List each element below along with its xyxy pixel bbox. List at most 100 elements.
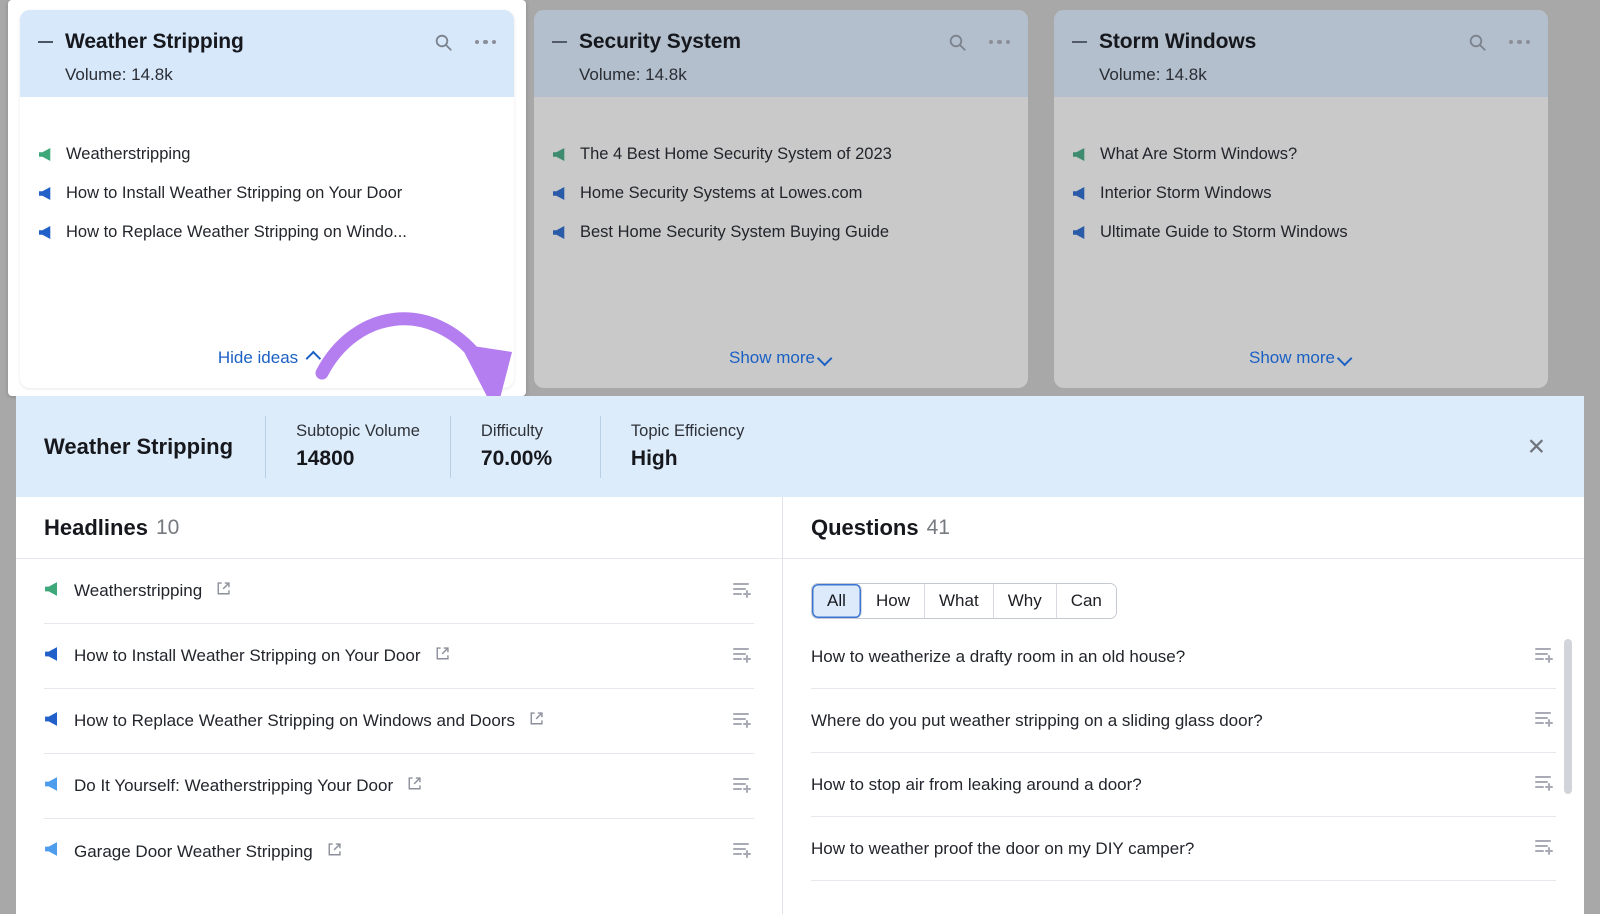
- show-more-button[interactable]: Show more: [534, 348, 1028, 368]
- questions-scrollbar[interactable]: [1564, 639, 1572, 794]
- idea-item[interactable]: Best Home Security System Buying Guide: [552, 223, 1010, 245]
- add-to-list-icon[interactable]: [1534, 837, 1556, 860]
- headlines-panel: Headlines 10 Weatherstripping How to Ins…: [16, 497, 783, 914]
- card-header: Storm Windows Volume: 14.8k: [1054, 10, 1548, 97]
- add-to-list-icon[interactable]: [732, 645, 754, 668]
- add-to-list-icon[interactable]: [1534, 773, 1556, 796]
- questions-count: 41: [926, 515, 950, 539]
- external-link-icon[interactable]: [407, 776, 422, 796]
- megaphone-icon: [552, 225, 569, 245]
- add-to-list-icon[interactable]: [732, 840, 754, 863]
- question-text: How to weather proof the door on my DIY …: [811, 838, 1195, 858]
- megaphone-icon: [1072, 147, 1089, 167]
- megaphone-icon: [44, 711, 62, 732]
- idea-item[interactable]: Interior Storm Windows: [1072, 184, 1530, 206]
- more-options-icon[interactable]: [1508, 39, 1530, 45]
- external-link-icon[interactable]: [327, 842, 342, 862]
- add-to-list-icon[interactable]: [1534, 645, 1556, 668]
- filter-can[interactable]: Can: [1056, 584, 1116, 618]
- topic-card-weather-stripping[interactable]: Weather Stripping Volume: 14.8k Weathers…: [20, 10, 514, 388]
- collapse-minus-icon[interactable]: [1072, 41, 1087, 43]
- filter-what[interactable]: What: [925, 584, 994, 618]
- metric-difficulty: Difficulty 70.00%: [449, 415, 600, 478]
- question-row[interactable]: How to weather proof the door on my DIY …: [811, 817, 1556, 881]
- questions-list: How to weatherize a drafty room in an ol…: [783, 625, 1584, 881]
- topic-cards-strip: Weather Stripping Volume: 14.8k Weathers…: [0, 0, 1600, 396]
- idea-text: Weatherstripping: [66, 145, 191, 163]
- topic-card-security-system[interactable]: Security System Volume: 14.8k The 4 Best…: [534, 10, 1028, 388]
- questions-panel: Questions 41 All How What Why Can How to…: [783, 497, 1584, 914]
- hide-ideas-label: Hide ideas: [217, 348, 299, 367]
- idea-item[interactable]: How to Replace Weather Stripping on Wind…: [38, 223, 496, 245]
- collapse-minus-icon[interactable]: [38, 41, 53, 43]
- chevron-up-icon: [305, 350, 322, 366]
- idea-text: What Are Storm Windows?: [1100, 145, 1298, 163]
- topic-card-storm-windows[interactable]: Storm Windows Volume: 14.8k What Are Sto…: [1054, 10, 1548, 388]
- headline-row[interactable]: Garage Door Weather Stripping: [44, 819, 754, 884]
- external-link-icon[interactable]: [435, 646, 450, 666]
- headline-row[interactable]: Weatherstripping: [44, 559, 754, 624]
- megaphone-icon: [552, 186, 569, 206]
- card-header: Security System Volume: 14.8k: [534, 10, 1028, 97]
- card-title: Storm Windows: [1099, 30, 1257, 53]
- idea-text: Ultimate Guide to Storm Windows: [1100, 223, 1348, 241]
- headline-text: How to Replace Weather Stripping on Wind…: [74, 711, 515, 730]
- more-options-icon[interactable]: [988, 39, 1010, 45]
- megaphone-icon: [44, 581, 62, 602]
- add-to-list-icon[interactable]: [732, 710, 754, 733]
- idea-item[interactable]: How to Install Weather Stripping on Your…: [38, 184, 496, 206]
- metric-label: Subtopic Volume: [296, 422, 420, 440]
- search-icon[interactable]: [948, 33, 967, 52]
- headline-text: How to Install Weather Stripping on Your…: [74, 646, 421, 665]
- show-more-button[interactable]: Show more: [1054, 348, 1548, 368]
- idea-text: The 4 Best Home Security System of 2023: [580, 145, 892, 163]
- megaphone-icon: [44, 646, 62, 667]
- collapse-minus-icon[interactable]: [552, 41, 567, 43]
- megaphone-icon: [38, 147, 55, 167]
- chevron-down-icon: [816, 350, 833, 366]
- idea-text: Home Security Systems at Lowes.com: [580, 184, 863, 202]
- headline-row[interactable]: How to Replace Weather Stripping on Wind…: [44, 689, 754, 754]
- metric-label: Difficulty: [480, 422, 543, 440]
- idea-item[interactable]: Ultimate Guide to Storm Windows: [1072, 223, 1530, 245]
- metric-value: 14800: [296, 447, 355, 470]
- question-row[interactable]: How to weatherize a drafty room in an ol…: [811, 625, 1556, 689]
- more-options-icon[interactable]: [474, 39, 496, 45]
- question-row[interactable]: How to stop air from leaking around a do…: [811, 753, 1556, 817]
- idea-item[interactable]: The 4 Best Home Security System of 2023: [552, 145, 1010, 167]
- idea-text: Interior Storm Windows: [1100, 184, 1272, 202]
- filter-how[interactable]: How: [862, 584, 926, 618]
- external-link-icon[interactable]: [216, 581, 231, 601]
- card-volume: Volume: 14.8k: [579, 65, 687, 84]
- app-root: Weather Stripping Volume: 14.8k Weathers…: [0, 0, 1600, 914]
- close-icon[interactable]: ✕: [1527, 435, 1546, 458]
- add-to-list-icon[interactable]: [1534, 709, 1556, 732]
- idea-text: How to Replace Weather Stripping on Wind…: [66, 223, 407, 241]
- detail-panels: Headlines 10 Weatherstripping How to Ins…: [16, 497, 1584, 914]
- add-to-list-icon[interactable]: [732, 580, 754, 603]
- megaphone-icon: [1072, 186, 1089, 206]
- question-row[interactable]: Where do you put weather stripping on a …: [811, 689, 1556, 753]
- idea-item[interactable]: What Are Storm Windows?: [1072, 145, 1530, 167]
- chevron-down-icon: [1336, 350, 1353, 366]
- question-filter-group: All How What Why Can: [811, 583, 1117, 619]
- idea-item[interactable]: Home Security Systems at Lowes.com: [552, 184, 1010, 206]
- external-link-icon[interactable]: [529, 711, 544, 731]
- filter-why[interactable]: Why: [993, 584, 1057, 618]
- headlines-list: Weatherstripping How to Install Weather …: [16, 559, 782, 884]
- megaphone-icon: [1072, 225, 1089, 245]
- card-ideas-list: The 4 Best Home Security System of 2023 …: [534, 97, 1028, 388]
- headline-row[interactable]: How to Install Weather Stripping on Your…: [44, 624, 754, 689]
- search-icon[interactable]: [434, 33, 453, 52]
- metric-subtopic-volume: Subtopic Volume 14800: [265, 415, 450, 478]
- card-volume: Volume: 14.8k: [65, 65, 173, 84]
- idea-item[interactable]: Weatherstripping: [38, 145, 496, 167]
- card-title: Security System: [579, 30, 741, 53]
- megaphone-icon: [38, 225, 55, 245]
- add-to-list-icon[interactable]: [732, 775, 754, 798]
- headlines-count: 10: [155, 515, 180, 539]
- filter-all[interactable]: All: [812, 584, 862, 618]
- search-icon[interactable]: [1468, 33, 1487, 52]
- hide-ideas-button[interactable]: Hide ideas: [20, 348, 514, 368]
- headline-row[interactable]: Do It Yourself: Weatherstripping Your Do…: [44, 754, 754, 819]
